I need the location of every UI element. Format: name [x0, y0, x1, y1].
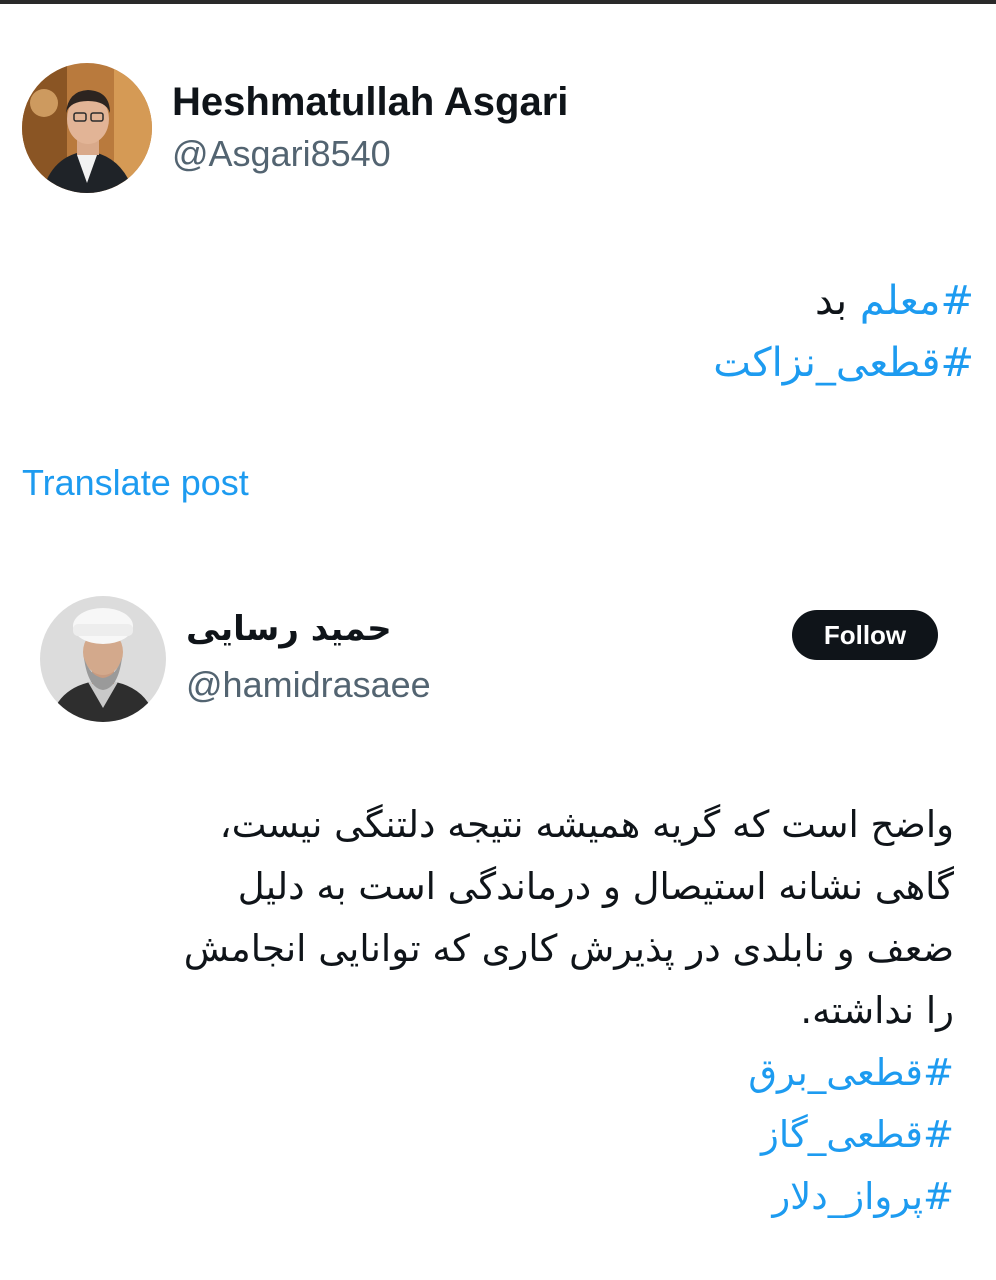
author-handle[interactable]: @Asgari8540	[172, 131, 568, 177]
quoted-post-text: واضح است که گریه همیشه نتیجه دلتنگی نیست…	[54, 794, 954, 1228]
post-author: Heshmatullah Asgari @Asgari8540	[22, 62, 568, 194]
author-avatar[interactable]	[22, 63, 152, 193]
post-word: بد	[815, 278, 848, 324]
quoted-post-header: حمید رسایی @hamidrasaee Follow	[40, 596, 950, 726]
author-name[interactable]: Heshmatullah Asgari	[172, 79, 568, 125]
top-divider	[0, 0, 996, 4]
quoted-author-handle[interactable]: @hamidrasaee	[186, 662, 431, 708]
quoted-author-name[interactable]: حمید رسایی	[186, 606, 392, 652]
follow-button[interactable]: Follow	[792, 610, 938, 660]
quoted-post-body: واضح است که گریه همیشه نتیجه دلتنگی نیست…	[183, 803, 954, 1032]
quoted-post-hashtags: #قطعی_برق #قطعی_گاز #پرواز_دلار	[54, 1042, 954, 1228]
post-text-line-2: #قطعی_نزاکت	[74, 332, 974, 394]
hashtag-link[interactable]: #معلم	[860, 278, 974, 324]
hashtag-link[interactable]: #قطعی_گاز	[54, 1104, 954, 1166]
translate-post-link[interactable]: Translate post	[22, 458, 249, 508]
author-avatar-photo-icon	[22, 63, 152, 193]
hashtag-link[interactable]: #قطعی_برق	[54, 1042, 954, 1104]
post-text: #معلم بد #قطعی_نزاکت	[74, 270, 974, 394]
quoted-author-avatar[interactable]	[40, 596, 166, 722]
quoted-avatar-photo-icon	[40, 596, 166, 722]
post-text-line-1: #معلم بد	[74, 270, 974, 332]
hashtag-link[interactable]: #قطعی_نزاکت	[713, 340, 974, 386]
hashtag-link[interactable]: #پرواز_دلار	[54, 1166, 954, 1228]
